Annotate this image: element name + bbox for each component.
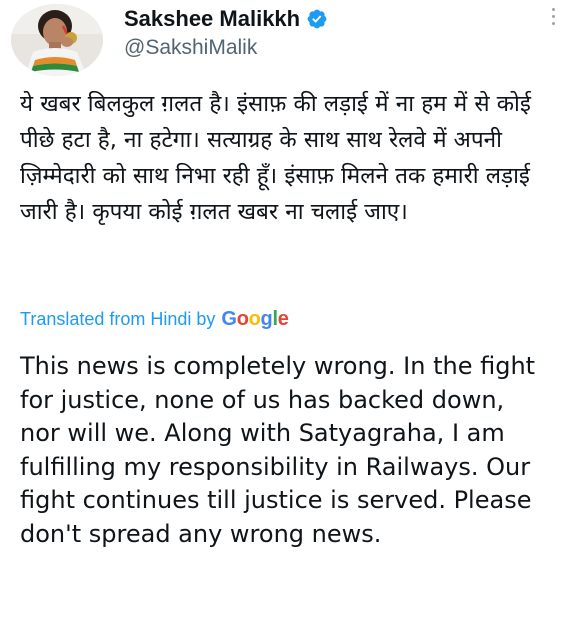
verified-badge-icon — [306, 8, 328, 30]
google-logo: Google — [221, 308, 289, 330]
more-options-icon[interactable] — [548, 8, 558, 32]
tweet-header: Sakshee Malikkh @SakshiMalik — [0, 0, 576, 80]
author-handle[interactable]: @SakshiMalik — [124, 36, 257, 60]
tweet-original-text: ये खबर बिलकुल ग़लत है। इंसाफ़ की लड़ाई म… — [20, 91, 531, 225]
avatar[interactable] — [11, 4, 103, 76]
translated-from-label[interactable]: Translated from Hindi by — [20, 309, 215, 330]
author-name-row: Sakshee Malikkh — [124, 6, 328, 32]
translation-attribution: Translated from Hindi by Google — [20, 308, 289, 331]
author-display-name[interactable]: Sakshee Malikkh — [124, 6, 300, 32]
tweet-translated-text: This news is completely wrong. In the fi… — [20, 352, 536, 548]
